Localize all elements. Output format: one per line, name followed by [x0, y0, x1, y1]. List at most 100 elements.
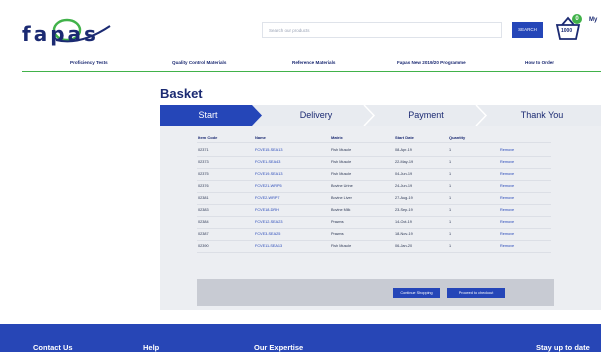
fapas-logo[interactable]: fapas [22, 22, 99, 46]
table-row: 02387 FCVE3-SEA25 Prawns 18-Nov-19 1 Remove [160, 230, 601, 240]
cell-start-date: 22-May-19 [395, 160, 414, 164]
cell-start-date: 24-Jun-19 [395, 184, 413, 188]
cell-item-code: 02371 [198, 148, 209, 152]
site-header: fapas Search our products SEARCH 0 1000 … [0, 0, 601, 58]
cell-name[interactable]: FCVE12-SEA23 [255, 220, 282, 224]
remove-link[interactable]: Remove [500, 184, 514, 188]
row-divider [197, 168, 551, 169]
basket-count-badge: 0 [572, 14, 582, 24]
cell-matrix: Prawns [331, 220, 344, 224]
cell-name[interactable]: FCVE11-SEA13 [255, 244, 282, 248]
proceed-to-checkout-button[interactable]: Proceed to checkout [447, 288, 505, 298]
cell-start-date: 06-Jan-20 [395, 244, 413, 248]
remove-link[interactable]: Remove [500, 148, 514, 152]
cell-item-code: 02384 [198, 220, 209, 224]
search-input[interactable]: Search our products [262, 22, 502, 38]
cell-quantity: 1 [449, 172, 452, 176]
cell-matrix: Fish Muscle [331, 172, 352, 176]
remove-link[interactable]: Remove [500, 160, 514, 164]
nav-divider [22, 71, 601, 72]
cell-name[interactable]: FCVE1-SEA43 [255, 160, 280, 164]
cell-quantity: 1 [449, 148, 452, 152]
cell-start-date: 18-Nov-19 [395, 232, 413, 236]
row-divider [197, 156, 551, 157]
cell-start-date: 23-Sep-19 [395, 208, 413, 212]
table-row: 02375 FCVE19-SEA13 Fish Muscle 04-Jun-19 1 Re… [160, 170, 601, 180]
header-divider [197, 142, 551, 143]
cell-matrix: Bovine Urine [331, 184, 353, 188]
step-thank-you: Thank You [520, 110, 564, 120]
footer-help[interactable]: Help [143, 343, 159, 352]
cell-item-code: 02381 [198, 196, 209, 200]
remove-link[interactable]: Remove [500, 244, 514, 248]
nav-item-quality-control[interactable]: Quality Control Materials [172, 60, 226, 65]
nav-item-reference-materials[interactable]: Reference Materials [292, 60, 335, 65]
column-header-matrix: Matrix [331, 135, 343, 140]
cell-item-code: 02375 [198, 172, 209, 176]
table-row: 02371 FCVE15-SEA13 Fish Muscle 08-Apr-19 1 Re… [160, 146, 601, 156]
cell-start-date: 04-Jun-19 [395, 172, 413, 176]
cell-matrix: Bovine Milk [331, 208, 351, 212]
footer-contact-us[interactable]: Contact Us [33, 343, 73, 352]
cell-item-code: 02387 [198, 232, 209, 236]
row-divider [197, 252, 551, 253]
checkout-steps: Start Delivery Payment Thank You [160, 105, 601, 126]
cell-item-code: 02383 [198, 208, 209, 212]
table-row: 02384 FCVE12-SEA23 Prawns 14-Oct-19 1 Remove [160, 218, 601, 228]
footer-stay-up-to-date[interactable]: Stay up to date [536, 343, 590, 352]
cell-name[interactable]: FCVE21-WRP5 [255, 184, 282, 188]
table-row: 02376 FCVE21-WRP5 Bovine Urine 24-Jun-19 1 Re… [160, 182, 601, 192]
continue-shopping-button[interactable]: Continue Shopping [393, 288, 440, 298]
column-header-item-code: Item Code [198, 135, 218, 140]
cell-quantity: 1 [449, 220, 452, 224]
nav-item-proficiency-tests[interactable]: Proficiency Tests [70, 60, 108, 65]
column-header-start-date: Start Date [395, 135, 414, 140]
remove-link[interactable]: Remove [500, 208, 514, 212]
cell-item-code: 02373 [198, 160, 209, 164]
column-header-name: Name [255, 135, 266, 140]
cell-name[interactable]: FCVE3-SEA25 [255, 232, 280, 236]
cell-item-code: 02390 [198, 244, 209, 248]
table-row: 02373 FCVE1-SEA43 Fish Muscle 22-May-19 1 Rem… [160, 158, 601, 168]
cell-name[interactable]: FCVE15-SEA13 [255, 148, 282, 152]
step-start: Start [198, 110, 218, 120]
row-divider [197, 204, 551, 205]
remove-link[interactable]: Remove [500, 232, 514, 236]
nav-item-new-programme[interactable]: Fapas New 2019/20 Programme [397, 60, 466, 65]
my-account-link[interactable]: My [589, 17, 597, 23]
remove-link[interactable]: Remove [500, 196, 514, 200]
cell-quantity: 1 [449, 232, 452, 236]
cell-quantity: 1 [449, 244, 452, 248]
cell-name[interactable]: FCVE19-SEA13 [255, 172, 282, 176]
cell-matrix: Fish Muscle [331, 244, 352, 248]
main-nav: Proficiency Tests Quality Control Materi… [0, 58, 601, 71]
cell-start-date: 27-Aug-19 [395, 196, 413, 200]
cell-matrix: Bovine Liver [331, 196, 352, 200]
nav-item-how-to-order[interactable]: How to Order [525, 60, 554, 65]
row-divider [197, 180, 551, 181]
cell-matrix: Prawns [331, 232, 344, 236]
row-divider [197, 216, 551, 217]
search-button[interactable]: SEARCH [512, 22, 543, 38]
cell-name[interactable]: FCVE18-DRH [255, 208, 279, 212]
site-footer: Contact Us Help Our Expertise Stay up to… [0, 324, 601, 352]
remove-link[interactable]: Remove [500, 172, 514, 176]
table-row: 02390 FCVE11-SEA13 Fish Muscle 06-Jan-20 1 Re… [160, 242, 601, 252]
cell-quantity: 1 [449, 196, 452, 200]
column-header-quantity: Quantity [449, 135, 466, 140]
cell-quantity: 1 [449, 184, 452, 188]
cell-start-date: 08-Apr-19 [395, 148, 412, 152]
cell-quantity: 1 [449, 208, 452, 212]
cell-name[interactable]: FCVE2-WRP7 [255, 196, 279, 200]
page-title: Basket [160, 86, 203, 101]
basket-total-label: 1000 [561, 28, 573, 34]
cell-start-date: 14-Oct-19 [395, 220, 412, 224]
step-delivery: Delivery [299, 110, 333, 120]
cell-matrix: Fish Muscle [331, 160, 352, 164]
footer-our-expertise[interactable]: Our Expertise [254, 343, 303, 352]
row-divider [197, 192, 551, 193]
remove-link[interactable]: Remove [500, 220, 514, 224]
cell-item-code: 02376 [198, 184, 209, 188]
row-divider [197, 228, 551, 229]
cell-matrix: Fish Muscle [331, 148, 352, 152]
